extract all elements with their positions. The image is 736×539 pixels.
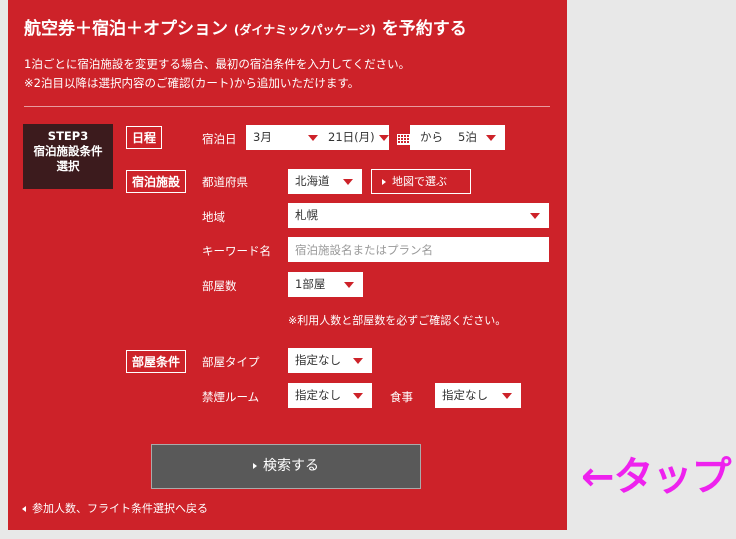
month-value: 3月 <box>253 130 272 144</box>
tap-annotation: ←タップ <box>581 454 732 500</box>
area-select[interactable]: 札幌 <box>288 203 549 228</box>
search-button[interactable]: 検索する <box>151 444 421 489</box>
nights-select[interactable]: から 5泊 <box>410 125 505 150</box>
section-label-room-conditions: 部屋条件 <box>126 350 187 373</box>
nights-value: 5泊 <box>458 130 477 144</box>
chevron-down-icon <box>530 213 540 219</box>
step-number: STEP3 <box>47 129 89 143</box>
smoking-label: 禁煙ルーム <box>202 390 260 404</box>
description-line-2: ※2泊目以降は選択内容のご確認(カート)から追加いただけます。 <box>24 76 360 90</box>
triangle-right-icon <box>253 463 257 469</box>
rooms-select[interactable]: 1部屋 <box>288 272 363 297</box>
search-button-label: 検索する <box>263 458 319 474</box>
day-value: 21日(月) <box>328 130 375 144</box>
title-subtitle: (ダイナミックパッケージ) <box>233 23 376 37</box>
title-suffix: を予約する <box>381 19 467 39</box>
description-line-1: 1泊ごとに宿泊施設を変更する場合、最初の宿泊条件を入力してください。 <box>24 57 411 71</box>
day-select[interactable]: 21日(月) <box>321 125 389 150</box>
chevron-down-icon <box>353 393 363 399</box>
month-select[interactable]: 3月 <box>246 125 327 150</box>
meal-select[interactable]: 指定なし <box>435 383 521 408</box>
rooms-note: ※利用人数と部屋数を必ずご確認ください。 <box>288 314 507 327</box>
booking-panel: 航空券＋宿泊＋オプション (ダイナミックパッケージ) を予約する 1泊ごとに宿泊… <box>8 0 567 530</box>
chevron-down-icon <box>379 135 389 141</box>
chevron-down-icon <box>343 179 353 185</box>
prefecture-select[interactable]: 北海道 <box>288 169 362 194</box>
meal-label: 食事 <box>390 390 413 404</box>
rooms-value: 1部屋 <box>295 277 326 291</box>
room-type-label: 部屋タイプ <box>202 355 260 369</box>
from-text: から <box>420 130 443 144</box>
back-link[interactable]: 参加人数、フライト条件選択へ戻る <box>22 500 208 516</box>
smoking-value: 指定なし <box>295 388 341 402</box>
step-title-2: 選択 <box>56 159 80 173</box>
back-link-label: 参加人数、フライト条件選択へ戻る <box>32 502 208 515</box>
checkin-label: 宿泊日 <box>202 132 237 146</box>
keyword-input[interactable] <box>288 237 549 262</box>
area-label: 地域 <box>202 210 225 224</box>
prefecture-label: 都道府県 <box>202 175 248 189</box>
section-label-schedule: 日程 <box>126 126 163 149</box>
section-label-facility: 宿泊施設 <box>126 170 187 193</box>
triangle-right-icon <box>382 179 386 185</box>
chevron-down-icon <box>308 135 318 141</box>
step-badge: STEP3 宿泊施設条件 選択 <box>23 124 113 189</box>
rooms-label: 部屋数 <box>202 279 237 293</box>
meal-value: 指定なし <box>442 388 488 402</box>
divider <box>24 106 550 107</box>
chevron-down-icon <box>486 135 496 141</box>
page-title: 航空券＋宿泊＋オプション (ダイナミックパッケージ) を予約する <box>24 14 467 39</box>
map-button-label: 地図で選ぶ <box>392 175 447 188</box>
step-title-1: 宿泊施設条件 <box>33 144 103 158</box>
title-main: 航空券＋宿泊＋オプション <box>24 19 228 39</box>
triangle-left-icon <box>22 506 26 512</box>
area-value: 札幌 <box>295 208 318 222</box>
select-by-map-button[interactable]: 地図で選ぶ <box>371 169 471 194</box>
chevron-down-icon <box>353 358 363 364</box>
calendar-icon[interactable] <box>397 131 410 145</box>
room-type-select[interactable]: 指定なし <box>288 348 372 373</box>
keyword-label: キーワード名 <box>202 244 271 258</box>
room-type-value: 指定なし <box>295 353 341 367</box>
chevron-down-icon <box>502 393 512 399</box>
smoking-select[interactable]: 指定なし <box>288 383 372 408</box>
chevron-down-icon <box>344 282 354 288</box>
prefecture-value: 北海道 <box>295 174 330 188</box>
